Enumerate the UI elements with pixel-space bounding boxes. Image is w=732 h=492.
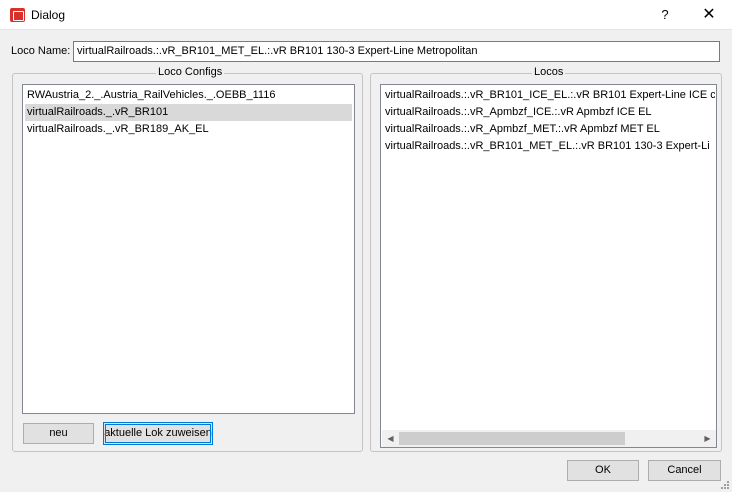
locos-group: Locos virtualRailroads.:.vR_BR101_ICE_EL… bbox=[370, 66, 722, 452]
resize-grip-icon[interactable] bbox=[720, 480, 730, 490]
loco-name-input[interactable]: virtualRailroads.:.vR_BR101_MET_EL.:.vR … bbox=[73, 41, 720, 62]
loco-configs-title: Loco Configs bbox=[156, 66, 225, 78]
list-item[interactable]: virtualRailroads._.vR_BR101 bbox=[25, 104, 352, 121]
cancel-button[interactable]: Cancel bbox=[648, 460, 721, 481]
scroll-right-icon[interactable]: ▶ bbox=[699, 430, 716, 447]
loco-configs-list[interactable]: RWAustria_2._.Austria_RailVehicles._.OEB… bbox=[22, 84, 355, 414]
ok-button[interactable]: OK bbox=[567, 460, 639, 481]
assign-loco-button[interactable]: aktuelle Lok zuweisen bbox=[103, 422, 213, 445]
list-item[interactable]: RWAustria_2._.Austria_RailVehicles._.OEB… bbox=[25, 87, 352, 104]
list-item[interactable]: virtualRailroads.:.vR_BR101_MET_EL.:.vR … bbox=[383, 138, 715, 155]
scroll-left-icon[interactable]: ◀ bbox=[382, 430, 399, 447]
loco-name-label: Loco Name: bbox=[11, 45, 71, 57]
scroll-thumb[interactable] bbox=[399, 432, 625, 445]
list-item[interactable]: virtualRailroads.:.vR_BR101_ICE_EL.:.vR … bbox=[383, 87, 715, 104]
new-config-button[interactable]: neu bbox=[23, 423, 94, 444]
app-icon bbox=[10, 8, 25, 22]
close-button[interactable]: ✕ bbox=[686, 0, 732, 30]
locos-title: Locos bbox=[532, 66, 566, 78]
list-item[interactable]: virtualRailroads.:.vR_Apmbzf_ICE.:.vR Ap… bbox=[383, 104, 715, 121]
horizontal-scrollbar[interactable]: ◀ ▶ bbox=[382, 430, 716, 447]
help-button[interactable]: ? bbox=[646, 0, 684, 30]
list-item[interactable]: virtualRailroads._.vR_BR189_AK_EL bbox=[25, 121, 352, 138]
title-bar: Dialog ? ✕ bbox=[0, 0, 732, 30]
locos-list[interactable]: virtualRailroads.:.vR_BR101_ICE_EL.:.vR … bbox=[380, 84, 717, 448]
window-title: Dialog bbox=[31, 8, 66, 22]
loco-configs-group: Loco Configs RWAustria_2._.Austria_RailV… bbox=[12, 66, 363, 452]
list-item[interactable]: virtualRailroads.:.vR_Apmbzf_MET.:.vR Ap… bbox=[383, 121, 715, 138]
